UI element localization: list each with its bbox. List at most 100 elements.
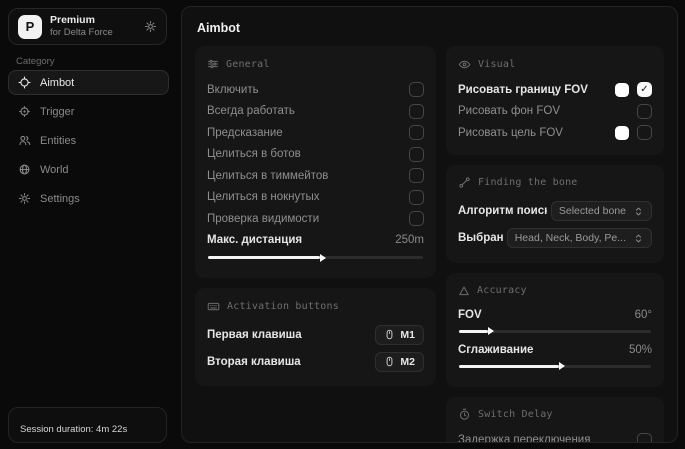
first-key-value: M1 <box>400 329 415 341</box>
section-title: Accuracy <box>477 285 527 296</box>
general-header: General <box>207 55 424 73</box>
checkbox[interactable] <box>637 82 652 97</box>
visual-label: Рисовать фон FOV <box>458 105 560 117</box>
setting-label: Целиться в ботов <box>207 148 301 160</box>
sidebar-menu: Aimbot Trigger Entities <box>8 70 169 211</box>
checkbox[interactable] <box>637 433 652 444</box>
checkbox[interactable] <box>409 168 424 183</box>
brand-card: P Premium for Delta Force <box>8 8 167 45</box>
session-duration-box: Session duration: 4m 22s <box>8 407 167 443</box>
setting-label: Предсказание <box>207 127 283 139</box>
bone-algorithm-select[interactable]: Selected bone <box>551 201 652 221</box>
visual-label: Рисовать границу FOV <box>458 84 588 96</box>
sidebar-item-aimbot[interactable]: Aimbot <box>8 70 169 95</box>
switch-delay-toggle-row: Задержка переключения <box>458 430 652 444</box>
switch-delay-toggle-label: Задержка переключения <box>458 434 590 443</box>
setting-row: Целиться в тиммейтов <box>207 165 424 187</box>
brand-logo: P <box>18 15 42 39</box>
setting-label: Всегда работать <box>207 105 295 117</box>
section-title: Visual <box>478 59 515 70</box>
first-key-label: Первая клавиша <box>207 329 302 341</box>
smoothing-label: Сглаживание <box>458 344 533 356</box>
second-key-value: M2 <box>400 356 415 368</box>
setting-row: Проверка видимости <box>207 208 424 230</box>
fov-label: FOV <box>458 309 482 321</box>
max-distance-label: Макс. дистанция <box>207 234 302 246</box>
fov-slider[interactable] <box>459 330 651 333</box>
visual-header: Visual <box>458 55 652 73</box>
section-title: Activation buttons <box>227 301 339 312</box>
mouse-icon <box>384 356 395 367</box>
gear-icon[interactable] <box>144 20 157 33</box>
keyboard-icon <box>207 300 220 313</box>
visual-label: Рисовать цель FOV <box>458 127 563 139</box>
section-title: Finding the bone <box>478 177 578 188</box>
max-distance-value: 250m <box>395 234 424 246</box>
color-swatch[interactable] <box>615 83 629 97</box>
smoothing-slider[interactable] <box>459 365 651 368</box>
second-key-button[interactable]: M2 <box>375 352 424 372</box>
setting-row: Целиться в ботов <box>207 144 424 166</box>
fov-row: FOV 60° <box>458 306 652 325</box>
bone-header: Finding the bone <box>458 174 652 192</box>
product-subtitle: for Delta Force <box>50 27 113 39</box>
sidebar-item-settings[interactable]: Settings <box>8 186 169 211</box>
bone-card: Finding the bone Алгоритм поиска кости S… <box>446 165 664 263</box>
switch-delay-header: Switch Delay <box>458 406 652 424</box>
gear-icon <box>18 192 31 205</box>
checkbox[interactable] <box>409 190 424 205</box>
eye-icon <box>458 58 471 71</box>
mouse-icon <box>384 329 395 340</box>
sidebar-item-label: Settings <box>40 193 80 205</box>
session-duration-text: Session duration: 4m 22s <box>20 424 127 435</box>
selected-bones-value: Head, Neck, Body, Pe... <box>515 232 626 244</box>
setting-label: Проверка видимости <box>207 213 319 225</box>
chevron-up-down-icon <box>633 206 644 217</box>
smoothing-row: Сглаживание 50% <box>458 341 652 360</box>
checkbox[interactable] <box>637 104 652 119</box>
activation-card: Activation buttons Первая клавиша M1 Вто… <box>195 288 436 386</box>
accuracy-header: Accuracy <box>458 282 652 300</box>
checkbox[interactable] <box>637 125 652 140</box>
max-distance-slider[interactable] <box>208 256 423 259</box>
sidebar-item-trigger[interactable]: Trigger <box>8 99 169 124</box>
visual-row: Рисовать цель FOV <box>458 122 652 144</box>
visual-row: Рисовать фон FOV <box>458 101 652 123</box>
first-key-row: Первая клавиша M1 <box>207 321 424 348</box>
first-key-button[interactable]: M1 <box>375 325 424 345</box>
section-title: General <box>226 59 270 70</box>
checkbox[interactable] <box>409 211 424 226</box>
bone-algorithm-label: Алгоритм поиска кости <box>458 205 547 217</box>
bone-algorithm-row: Алгоритм поиска кости Selected bone <box>458 198 652 225</box>
smoothing-value: 50% <box>629 344 652 356</box>
section-title: Switch Delay <box>478 409 553 420</box>
setting-row: Включить <box>207 79 424 101</box>
bone-algorithm-value: Selected bone <box>559 205 626 217</box>
sliders-icon <box>207 58 219 70</box>
color-swatch[interactable] <box>615 126 629 140</box>
fov-value: 60° <box>635 309 652 321</box>
second-key-label: Вторая клавиша <box>207 356 301 368</box>
crosshair-icon <box>18 76 31 89</box>
visual-row: Рисовать границу FOV <box>458 79 652 101</box>
page-title: Aimbot <box>197 21 664 35</box>
sidebar-item-entities[interactable]: Entities <box>8 128 169 153</box>
setting-label: Целиться в тиммейтов <box>207 170 328 182</box>
chevron-up-down-icon <box>633 233 644 244</box>
selected-bones-select[interactable]: Head, Neck, Body, Pe... <box>507 228 652 248</box>
selected-bones-row: Выбранные кости Head, Neck, Body, Pe... <box>458 225 652 252</box>
checkbox[interactable] <box>409 125 424 140</box>
checkbox[interactable] <box>409 147 424 162</box>
checkbox[interactable] <box>409 82 424 97</box>
visual-card: Visual Рисовать границу FOV Рисовать фон… <box>446 46 664 155</box>
sidebar-item-world[interactable]: World <box>8 157 169 182</box>
accuracy-card: Accuracy FOV 60° Сглаживание 50% <box>446 273 664 387</box>
checkbox[interactable] <box>409 104 424 119</box>
sidebar: P Premium for Delta Force Category Aimbo… <box>0 0 178 449</box>
setting-row: Предсказание <box>207 122 424 144</box>
selected-bones-label: Выбранные кости <box>458 232 503 244</box>
globe-icon <box>18 163 31 176</box>
sidebar-item-label: Aimbot <box>40 77 74 89</box>
category-label: Category <box>16 56 55 67</box>
brand-text: Premium for Delta Force <box>50 14 113 39</box>
